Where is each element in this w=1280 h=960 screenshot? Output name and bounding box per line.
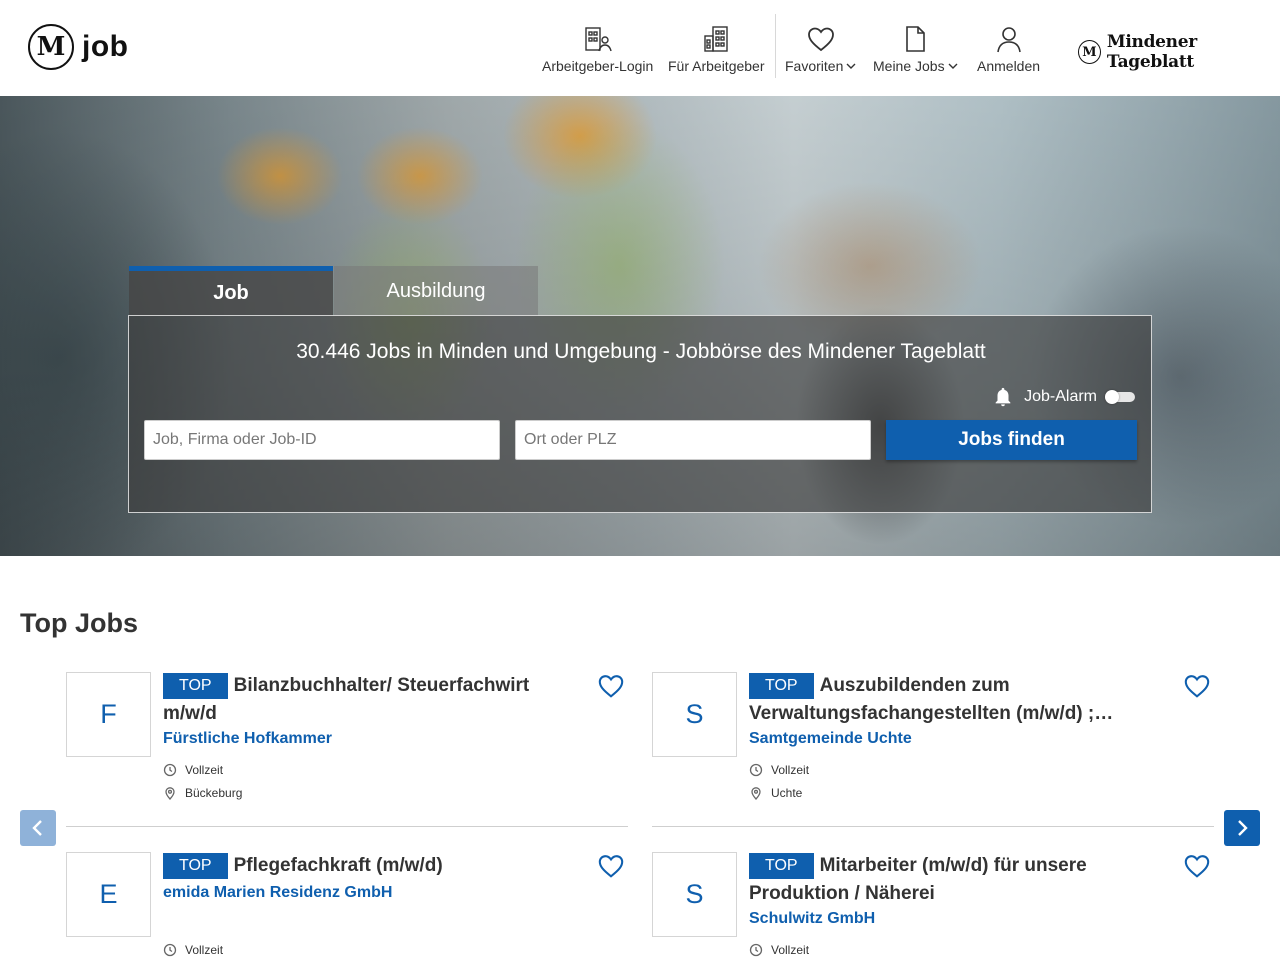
job-location: Bückeburg bbox=[163, 786, 242, 800]
job-title[interactable]: TOP Auszubildenden zum Verwaltungsfachang… bbox=[749, 672, 1159, 728]
top-badge: TOP bbox=[163, 853, 228, 879]
company-name[interactable]: Schulwitz GmbH bbox=[749, 910, 875, 928]
job-title[interactable]: TOP Mitarbeiter (m/w/d) für unsere Produk… bbox=[749, 852, 1159, 908]
tab-ausbildung[interactable]: Ausbildung bbox=[334, 266, 538, 316]
top-badge: TOP bbox=[163, 673, 228, 699]
chevron-down-icon bbox=[846, 63, 856, 69]
card-divider bbox=[652, 826, 1214, 827]
nav-favorites[interactable]: Favoriten bbox=[785, 18, 856, 74]
job-type: Vollzeit bbox=[749, 763, 809, 777]
nav-my-jobs-label: Meine Jobs bbox=[873, 58, 958, 74]
favorite-heart-icon[interactable] bbox=[1183, 672, 1211, 700]
job-alarm-toggle[interactable]: Job-Alarm bbox=[992, 386, 1135, 408]
job-card[interactable]: F TOP Bilanzbuchhalter/ Steuerfachwirt m/… bbox=[66, 672, 628, 832]
partner-seal-icon: M bbox=[1078, 40, 1101, 64]
hero-headline: 30.446 Jobs in Minden und Umgebung - Job… bbox=[296, 340, 986, 363]
logo-seal-icon: M bbox=[28, 24, 74, 70]
document-icon bbox=[906, 26, 926, 52]
nav-employer-login-label: Arbeitgeber-Login bbox=[542, 58, 654, 74]
job-card[interactable]: S TOP Mitarbeiter (m/w/d) für unsere Prod… bbox=[652, 852, 1214, 960]
job-title[interactable]: TOP Bilanzbuchhalter/ Steuerfachwirt m/w/… bbox=[163, 672, 573, 728]
job-type: Vollzeit bbox=[749, 943, 809, 957]
company-name[interactable]: emida Marien Residenz GmbH bbox=[163, 884, 392, 902]
clock-icon bbox=[163, 763, 177, 777]
location-pin-icon bbox=[751, 787, 761, 800]
find-jobs-button[interactable]: Jobs finden bbox=[886, 420, 1137, 460]
chevron-left-icon bbox=[32, 820, 42, 836]
company-initial: F bbox=[66, 672, 151, 757]
card-divider bbox=[66, 826, 628, 827]
job-location: Uchte bbox=[749, 786, 802, 800]
favorite-heart-icon[interactable] bbox=[597, 672, 625, 700]
favorite-heart-icon[interactable] bbox=[597, 852, 625, 880]
search-panel: 30.446 Jobs in Minden und Umgebung - Job… bbox=[128, 315, 1152, 513]
company-initial: S bbox=[652, 672, 737, 757]
clock-icon bbox=[749, 763, 763, 777]
logo-text: job bbox=[82, 30, 129, 63]
location-pin-icon bbox=[165, 787, 175, 800]
nav-employer-login[interactable]: Arbeitgeber-Login bbox=[542, 18, 653, 74]
clock-icon bbox=[749, 943, 763, 957]
job-alarm-switch[interactable] bbox=[1105, 390, 1135, 404]
partner-logo[interactable]: M Mindener Tageblatt bbox=[1078, 32, 1280, 72]
job-card[interactable]: E TOP Pflegefachkraft (m/w/d) emida Marie… bbox=[66, 852, 628, 960]
company-name[interactable]: Samtgemeinde Uchte bbox=[749, 730, 912, 748]
carousel-prev-button[interactable] bbox=[20, 810, 56, 846]
job-title[interactable]: TOP Pflegefachkraft (m/w/d) bbox=[163, 852, 573, 880]
nav-for-employers-label: Für Arbeitgeber bbox=[668, 58, 765, 74]
nav-favorites-label: Favoriten bbox=[785, 58, 856, 74]
company-initial: S bbox=[652, 852, 737, 937]
nav-login-label: Anmelden bbox=[977, 58, 1041, 74]
partner-name: Mindener Tageblatt bbox=[1106, 32, 1197, 72]
job-card[interactable]: S TOP Auszubildenden zum Verwaltungsfacha… bbox=[652, 672, 1214, 832]
nav-divider bbox=[775, 14, 776, 78]
site-header: M job Arbeitgeber-Login Für Arbeitgeber … bbox=[0, 0, 1280, 96]
tab-job[interactable]: Job bbox=[129, 266, 333, 316]
carousel-next-button[interactable] bbox=[1224, 810, 1260, 846]
employer-login-icon bbox=[584, 27, 612, 52]
bell-icon bbox=[995, 387, 1011, 407]
location-input[interactable] bbox=[515, 420, 871, 460]
nav-login[interactable]: Anmelden bbox=[977, 18, 1040, 74]
job-type: Vollzeit bbox=[163, 763, 223, 777]
building-icon bbox=[704, 26, 728, 52]
site-logo[interactable]: M job bbox=[28, 24, 129, 70]
top-badge: TOP bbox=[749, 673, 814, 699]
heart-icon bbox=[807, 27, 834, 52]
favorite-heart-icon[interactable] bbox=[1183, 852, 1211, 880]
job-search-input[interactable] bbox=[144, 420, 500, 460]
user-icon bbox=[996, 27, 1021, 53]
company-name[interactable]: Fürstliche Hofkammer bbox=[163, 730, 332, 748]
top-jobs-title: Top Jobs bbox=[20, 608, 138, 638]
nav-my-jobs[interactable]: Meine Jobs bbox=[873, 18, 958, 74]
job-type: Vollzeit bbox=[163, 943, 223, 957]
chevron-right-icon bbox=[1238, 820, 1248, 836]
top-badge: TOP bbox=[749, 853, 814, 879]
job-alarm-label: Job-Alarm bbox=[1024, 388, 1097, 405]
nav-for-employers[interactable]: Für Arbeitgeber bbox=[668, 18, 765, 74]
clock-icon bbox=[163, 943, 177, 957]
company-initial: E bbox=[66, 852, 151, 937]
chevron-down-icon bbox=[948, 63, 958, 69]
